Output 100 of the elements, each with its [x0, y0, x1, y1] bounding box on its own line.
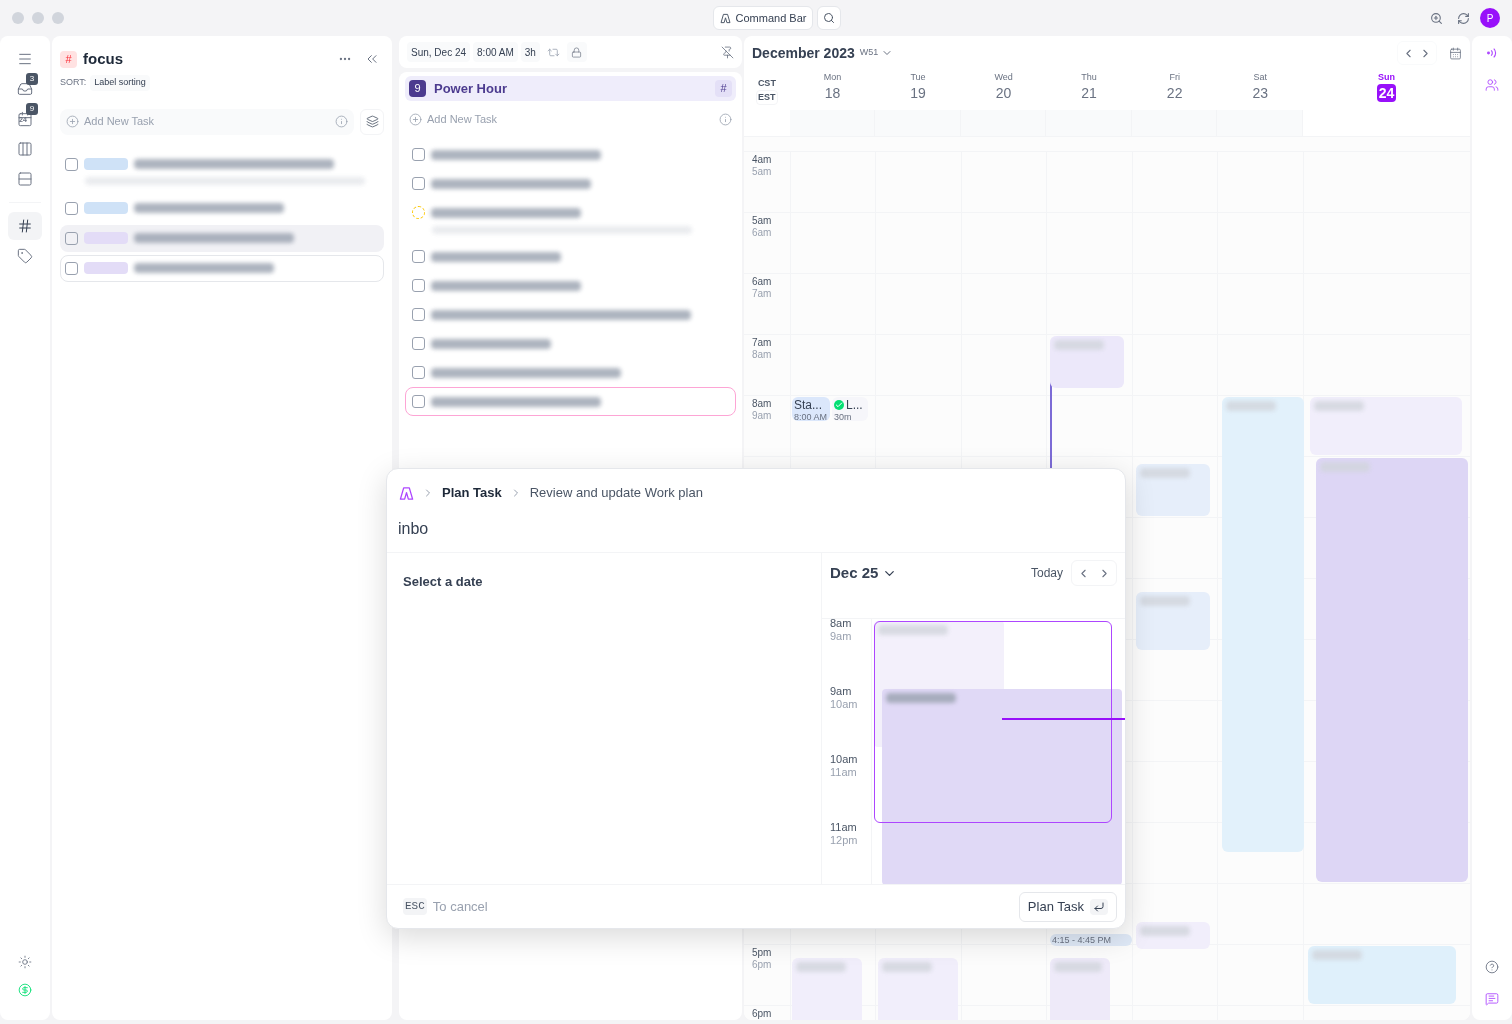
task-checkbox[interactable] — [412, 177, 425, 190]
task-input[interactable]: Add New Task — [84, 113, 330, 130]
task-input[interactable]: Add New Task — [427, 110, 714, 128]
event-time: 8:00 AM — [794, 412, 828, 422]
month-title: December 2023 — [752, 43, 855, 63]
task-checkbox[interactable] — [412, 308, 425, 321]
window-zoom-button[interactable] — [52, 12, 64, 24]
task-checkbox[interactable] — [65, 231, 78, 245]
blurred-text — [796, 962, 846, 973]
date-chip[interactable]: Sun, Dec 24 — [407, 42, 471, 62]
hour-label: 7am — [752, 288, 773, 300]
time-slot-selection[interactable] — [874, 621, 1112, 823]
add-icon — [66, 115, 79, 128]
hour-label: 9am — [752, 410, 773, 422]
day-header[interactable]: Tue 19 — [875, 70, 961, 110]
key-cap: ESC — [403, 898, 427, 915]
calendar-event[interactable]: Sta... 8:00 AM — [792, 397, 830, 422]
weekday: Sun — [1377, 71, 1395, 84]
day-header[interactable]: Wed 20 — [960, 70, 1047, 110]
task-checkbox[interactable] — [412, 148, 425, 161]
task-checkbox[interactable] — [65, 261, 78, 275]
unpin-icon[interactable] — [721, 45, 734, 59]
add-task-field[interactable]: Add New Task — [405, 106, 736, 132]
weekday: Sat — [1253, 71, 1267, 84]
command-input[interactable]: inbo — [398, 517, 1098, 541]
add-task-field[interactable]: Add New Task — [60, 108, 354, 135]
task-checkbox[interactable] — [65, 201, 78, 215]
calendar-event[interactable]: L... 30m — [832, 397, 868, 422]
calendar-event[interactable] — [878, 958, 958, 1020]
calendar-event[interactable]: 4:15 - 4:45 PM — [1050, 933, 1132, 947]
dollar-icon[interactable] — [18, 983, 32, 997]
info-icon — [719, 112, 732, 126]
task-row[interactable] — [60, 224, 384, 252]
week-selector[interactable]: W51 — [859, 46, 894, 60]
breadcrumb[interactable]: Plan Task — [442, 483, 502, 503]
lock-button[interactable] — [566, 42, 587, 62]
columns-icon — [17, 141, 33, 157]
plan-task-button[interactable]: Plan Task — [1018, 891, 1117, 922]
refresh-icon[interactable] — [1457, 11, 1470, 25]
calendar-event[interactable] — [1222, 397, 1304, 852]
help-icon[interactable] — [1485, 960, 1499, 974]
calendar-event[interactable] — [1050, 958, 1110, 1020]
calendar-event[interactable] — [1050, 336, 1124, 388]
blurred-text — [882, 962, 932, 973]
duration-chip[interactable]: 3h — [520, 42, 540, 62]
broadcast-icon[interactable] — [1485, 46, 1499, 60]
task-checkbox[interactable] — [412, 366, 425, 379]
weekday: Thu — [1081, 71, 1097, 84]
zoom-icon[interactable] — [1430, 11, 1443, 25]
count-badge: 9 — [26, 103, 38, 115]
search-button[interactable] — [817, 6, 842, 30]
count-badge: 3 — [26, 73, 38, 85]
task-checkbox[interactable] — [412, 250, 425, 263]
hour-label: 10am — [830, 753, 858, 765]
calendar-event[interactable] — [1308, 946, 1456, 1004]
hour-label: 5am — [752, 215, 773, 227]
avatar[interactable]: P — [1480, 8, 1500, 28]
day-header[interactable]: Mon 18 — [789, 70, 876, 110]
window-minimize-button[interactable] — [32, 12, 44, 24]
day-selector[interactable]: Dec 25 — [830, 561, 898, 585]
calendar-icon[interactable] — [1449, 46, 1462, 60]
today-button[interactable]: Today — [1030, 564, 1063, 582]
day-header[interactable]: Sat 23 — [1217, 70, 1303, 110]
search-icon — [823, 12, 836, 24]
sidebar-item[interactable] — [8, 212, 42, 240]
task-checkbox[interactable] — [412, 337, 425, 350]
blurred-text — [1140, 925, 1190, 936]
task-checkbox[interactable] — [65, 157, 78, 171]
day-header[interactable]: Fri 22 — [1131, 70, 1218, 110]
people-icon[interactable] — [1485, 78, 1499, 92]
timezone-label[interactable]: EST — [756, 89, 778, 105]
brightness-icon[interactable] — [18, 955, 32, 969]
calendar-event[interactable] — [1136, 921, 1210, 950]
calendar-event[interactable] — [1310, 397, 1462, 455]
day-number: 19 — [909, 84, 927, 102]
enter-key-icon — [1090, 898, 1108, 915]
hour-label: 8am — [752, 349, 773, 361]
task-checkbox[interactable] — [412, 279, 425, 292]
calendar-event[interactable] — [792, 958, 862, 1020]
blurred-text — [1140, 468, 1190, 479]
tag-icon — [17, 248, 33, 264]
layers-button[interactable] — [360, 108, 384, 135]
task-checkbox[interactable] — [412, 395, 425, 408]
sidebar-item[interactable]: 3 — [8, 75, 42, 103]
calendar-event[interactable] — [1136, 464, 1210, 516]
hour-label: 6am — [752, 276, 773, 288]
blurred-text — [1314, 401, 1364, 411]
prompt-text: Select a date — [403, 574, 483, 589]
calendar-event[interactable] — [1136, 592, 1210, 651]
weekday: Wed — [994, 71, 1013, 84]
window-close-button[interactable] — [12, 12, 24, 24]
time-chip[interactable]: 8:00 AM — [473, 42, 518, 62]
day-header[interactable]: Sun 24 — [1302, 70, 1470, 110]
hour-label: 9am — [830, 629, 852, 643]
sort-chip[interactable]: Label sorting — [90, 75, 150, 91]
chat-icon[interactable] — [1485, 992, 1499, 1006]
list-title: Power Hour — [434, 79, 507, 98]
day-header[interactable]: Thu 21 — [1046, 70, 1132, 110]
task-row[interactable] — [405, 387, 736, 416]
command-bar-button[interactable]: Command Bar — [712, 6, 814, 30]
